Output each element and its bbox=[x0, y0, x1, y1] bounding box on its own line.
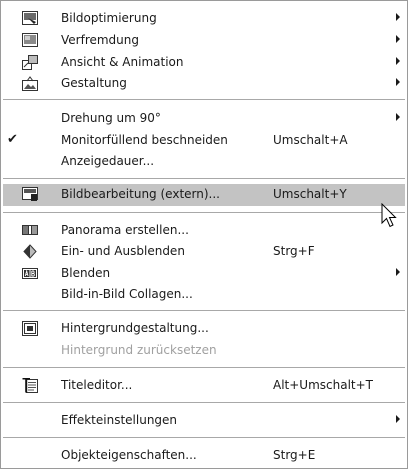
menu-item-label: Monitorfüllend beschneiden bbox=[61, 133, 228, 147]
submenu-arrow-icon bbox=[396, 35, 400, 43]
context-menu: Bildoptimierung Verfremdung Ansicht & An… bbox=[0, 0, 408, 469]
menu-item-label: Verfremdung bbox=[61, 33, 140, 47]
menu-separator bbox=[3, 402, 405, 403]
menu-item-label: Objekteigenschaften... bbox=[61, 448, 197, 462]
menu-item-shortcut: Umschalt+A bbox=[273, 133, 348, 147]
mouse-pointer-icon bbox=[381, 202, 399, 229]
menu-item-effekteinstellungen[interactable]: Effekteinstellungen bbox=[3, 410, 405, 431]
menu-item-label: Drehung um 90° bbox=[61, 111, 161, 125]
menu-item-label: Gestaltung bbox=[61, 76, 127, 90]
image-optimize-icon bbox=[22, 11, 38, 26]
alienation-icon bbox=[22, 33, 38, 48]
menu-item-bild-in-bild[interactable]: Bild-in-Bild Collagen... bbox=[3, 284, 405, 305]
menu-item-shortcut: Alt+Umschalt+T bbox=[273, 378, 374, 392]
menu-separator bbox=[3, 310, 405, 311]
menu-item-hintergrundgestaltung[interactable]: Hintergrundgestaltung... bbox=[3, 318, 405, 339]
menu-item-label: Bildbearbeitung (extern)... bbox=[61, 187, 220, 201]
menu-item-label: Ansicht & Animation bbox=[61, 55, 184, 69]
menu-item-label: Bild-in-Bild Collagen... bbox=[61, 287, 193, 301]
menu-item-label: Titeleditor... bbox=[61, 378, 133, 392]
menu-item-drehung[interactable]: Drehung um 90° bbox=[3, 108, 405, 129]
menu-item-gestaltung[interactable]: Gestaltung bbox=[3, 73, 405, 94]
menu-item-label: Blenden bbox=[61, 266, 111, 280]
submenu-arrow-icon bbox=[396, 113, 400, 121]
menu-item-bildoptimierung[interactable]: Bildoptimierung bbox=[3, 8, 405, 29]
menu-item-ein-ausblenden[interactable]: Ein- und Ausblenden Strg+F bbox=[3, 241, 405, 262]
menu-item-shortcut: Strg+F bbox=[273, 244, 315, 258]
submenu-arrow-icon bbox=[396, 415, 400, 423]
title-editor-icon bbox=[22, 378, 38, 393]
menu-item-monitorfuellend[interactable]: ✔ Monitorfüllend beschneiden Umschalt+A bbox=[3, 130, 405, 151]
menu-item-blenden[interactable]: Blenden bbox=[3, 263, 405, 284]
menu-item-ansicht-animation[interactable]: Ansicht & Animation bbox=[3, 52, 405, 73]
menu-item-shortcut: Strg+E bbox=[273, 448, 316, 462]
menu-item-anzeigedauer[interactable]: Anzeigedauer... bbox=[3, 151, 405, 172]
menu-separator bbox=[3, 367, 405, 368]
submenu-arrow-icon bbox=[396, 268, 400, 276]
menu-item-label: Bildoptimierung bbox=[61, 11, 157, 25]
menu-item-label: Hintergrund zurücksetzen bbox=[61, 343, 217, 357]
menu-separator bbox=[3, 99, 405, 100]
menu-item-label: Panorama erstellen... bbox=[61, 223, 189, 237]
checkmark-icon: ✔ bbox=[7, 132, 18, 147]
menu-item-label: Anzeigedauer... bbox=[61, 154, 155, 168]
submenu-arrow-icon bbox=[396, 78, 400, 86]
fade-icon bbox=[22, 244, 38, 259]
design-icon bbox=[22, 76, 38, 91]
menu-item-shortcut: Umschalt+Y bbox=[273, 187, 347, 201]
panorama-icon bbox=[22, 223, 38, 238]
external-edit-icon bbox=[22, 187, 38, 202]
menu-item-label: Ein- und Ausblenden bbox=[61, 244, 185, 258]
menu-separator bbox=[3, 212, 405, 213]
submenu-arrow-icon bbox=[396, 57, 400, 65]
menu-item-panorama[interactable]: Panorama erstellen... bbox=[3, 220, 405, 241]
menu-item-bildbearbeitung-extern[interactable]: Bildbearbeitung (extern)... Umschalt+Y bbox=[3, 184, 405, 206]
menu-item-objekteigenschaften[interactable]: Objekteigenschaften... Strg+E bbox=[3, 445, 405, 466]
menu-item-hintergrund-zuruecksetzen[interactable]: Hintergrund zurücksetzen bbox=[3, 340, 405, 361]
menu-item-verfremdung[interactable]: Verfremdung bbox=[3, 30, 405, 51]
background-icon bbox=[22, 321, 38, 336]
menu-item-label: Effekteinstellungen bbox=[61, 413, 178, 427]
submenu-arrow-icon bbox=[396, 13, 400, 21]
view-animation-icon bbox=[22, 55, 38, 70]
menu-separator bbox=[3, 437, 405, 438]
blend-ab-icon bbox=[22, 266, 38, 281]
menu-item-titeleditor[interactable]: Titeleditor... Alt+Umschalt+T bbox=[3, 375, 405, 396]
menu-separator bbox=[3, 178, 405, 179]
menu-item-label: Hintergrundgestaltung... bbox=[61, 321, 209, 335]
